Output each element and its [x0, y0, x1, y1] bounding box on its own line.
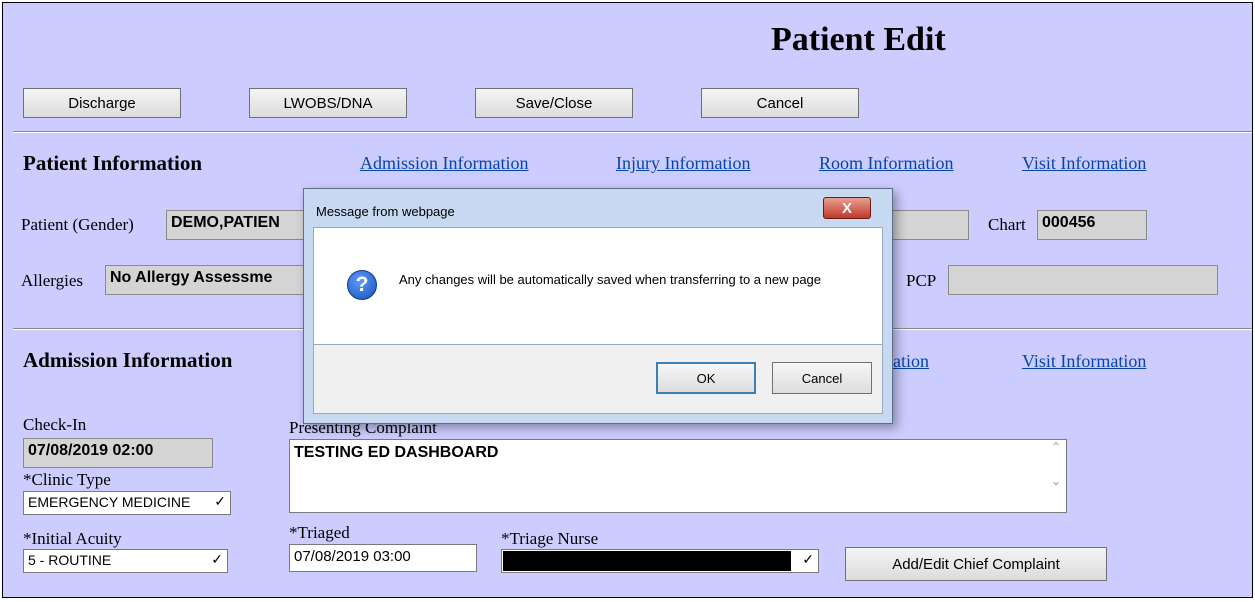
dialog-footer: OK Cancel — [313, 345, 883, 414]
close-icon[interactable]: X — [823, 197, 871, 219]
discharge-button[interactable]: Discharge — [23, 88, 181, 118]
message-dialog: Message from webpage X ? Any changes wil… — [303, 188, 893, 424]
triaged-input[interactable]: 07/08/2019 03:00 — [289, 544, 477, 572]
triage-nurse-select[interactable]: ✓ — [501, 549, 819, 573]
pcp-label: PCP — [906, 271, 937, 290]
patient-label: Patient (Gender) — [21, 215, 134, 234]
link-injury-info[interactable]: Injury Information — [616, 153, 750, 174]
add-edit-chief-complaint-button[interactable]: Add/Edit Chief Complaint — [845, 547, 1107, 581]
dialog-message: Any changes will be automatically saved … — [399, 272, 822, 287]
chevron-down-icon: ✓ — [802, 551, 814, 567]
question-icon: ? — [347, 270, 377, 300]
cancel-button[interactable]: Cancel — [701, 88, 859, 118]
clinic-type-label: *Clinic Type — [23, 470, 111, 489]
scrollbar[interactable]: ⌃ ⌄ — [1046, 440, 1066, 512]
patient-field: DEMO,PATIEN — [166, 210, 306, 240]
link-partial[interactable]: ation — [893, 351, 929, 372]
link-admission-info[interactable]: Admission Information — [360, 153, 529, 174]
acuity-value: 5 - ROUTINE — [28, 552, 112, 568]
complaint-text: TESTING ED DASHBOARD — [294, 444, 499, 461]
divider — [13, 131, 1252, 133]
allergies-label: Allergies — [21, 271, 84, 290]
dialog-cancel-button[interactable]: Cancel — [772, 362, 872, 394]
ok-button[interactable]: OK — [656, 362, 756, 394]
chevron-down-icon: ✓ — [214, 493, 226, 509]
admission-info-heading: Admission Information — [23, 348, 233, 372]
dialog-body: ? Any changes will be automatically save… — [313, 227, 883, 345]
patient-edit-page: Patient Edit Discharge LWOBS/DNA Save/Cl… — [2, 2, 1253, 598]
acuity-label: *Initial Acuity — [23, 529, 122, 548]
acuity-select[interactable]: 5 - ROUTINE ✓ — [23, 549, 228, 573]
lwobs-button[interactable]: LWOBS/DNA — [249, 88, 407, 118]
page-title: Patient Edit — [771, 21, 946, 58]
redacted-block — [503, 551, 791, 571]
pcp-field — [948, 265, 1218, 295]
patient-extra-field — [883, 210, 969, 240]
chevron-down-icon[interactable]: ⌄ — [1046, 474, 1066, 488]
triage-nurse-label: *Triage Nurse — [501, 529, 599, 548]
allergies-field: No Allergy Assessme — [105, 265, 305, 295]
link-visit-info-2[interactable]: Visit Information — [1022, 351, 1146, 372]
link-visit-info[interactable]: Visit Information — [1022, 153, 1146, 174]
chart-field: 000456 — [1037, 210, 1147, 240]
save-close-button[interactable]: Save/Close — [475, 88, 633, 118]
clinic-type-select[interactable]: EMERGENCY MEDICINE ✓ — [23, 491, 231, 515]
chevron-down-icon: ✓ — [211, 551, 223, 567]
checkin-label: Check-In — [23, 415, 87, 434]
chevron-up-icon[interactable]: ⌃ — [1046, 440, 1066, 454]
checkin-field: 07/08/2019 02:00 — [23, 438, 213, 468]
chart-label: Chart — [988, 215, 1026, 234]
complaint-textarea[interactable]: TESTING ED DASHBOARD ⌃ ⌄ — [289, 439, 1067, 513]
triaged-label: *Triaged — [289, 523, 350, 542]
link-room-info[interactable]: Room Information — [819, 153, 953, 174]
patient-info-heading: Patient Information — [23, 151, 203, 175]
dialog-title: Message from webpage — [316, 204, 455, 219]
clinic-type-value: EMERGENCY MEDICINE — [28, 494, 191, 510]
